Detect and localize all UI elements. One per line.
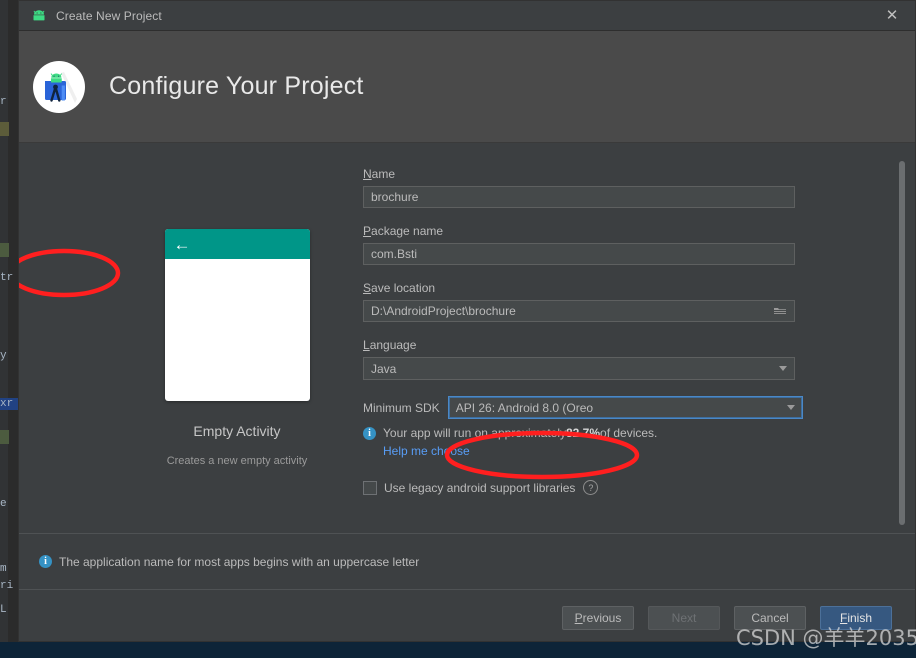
- field-save-location: Save location D:\AndroidProject\brochure: [363, 279, 803, 322]
- chevron-down-icon: [779, 366, 787, 371]
- sdk-info-percent: 82.7%: [566, 426, 601, 440]
- sdk-info-text-after: of devices.: [600, 426, 658, 440]
- minimum-sdk-select[interactable]: API 26: Android 8.0 (Oreo: [447, 396, 803, 419]
- minimum-sdk-label: Minimum SDK: [363, 400, 440, 415]
- field-minimum-sdk: Minimum SDK API 26: Android 8.0 (Oreo: [363, 396, 803, 419]
- field-package-name: Package name com.Bsti: [363, 222, 803, 265]
- save-location-input[interactable]: D:\AndroidProject\brochure: [363, 300, 795, 322]
- name-label: Name: [363, 167, 396, 181]
- footer-message-text: The application name for most apps begin…: [59, 554, 420, 569]
- question-icon[interactable]: ?: [583, 480, 599, 495]
- chevron-down-icon: [787, 405, 795, 410]
- gutter-marker: [0, 243, 9, 257]
- content-scrollbar[interactable]: [899, 161, 905, 529]
- preview-app-bar: ←: [164, 229, 310, 259]
- activity-template-preview[interactable]: ← Empty Activity Creates a new empty act…: [138, 229, 336, 467]
- gutter-marker: [0, 430, 9, 444]
- folder-icon[interactable]: [773, 305, 787, 317]
- legacy-support-checkbox-row[interactable]: Use legacy android support libraries ?: [363, 480, 803, 495]
- template-name: Empty Activity: [193, 423, 281, 439]
- sdk-device-info: i Your app will run on approximately 82.…: [363, 426, 803, 440]
- next-button[interactable]: Next: [648, 605, 720, 630]
- info-icon: i: [363, 426, 376, 440]
- legacy-support-label: Use legacy android support libraries: [384, 480, 576, 495]
- minimum-sdk-value: API 26: Android 8.0 (Oreo: [455, 400, 594, 415]
- dialog-footer-message: i The application name for most apps beg…: [19, 534, 915, 589]
- field-language: Language Java: [363, 336, 803, 380]
- dialog-content: ← Empty Activity Creates a new empty act…: [19, 143, 915, 534]
- dialog-title: Create New Project: [56, 8, 162, 23]
- language-select[interactable]: Java: [363, 357, 795, 380]
- gutter-marker: [0, 122, 9, 136]
- create-new-project-dialog: Create New Project ✕ Configure Your Proj…: [18, 0, 916, 642]
- previous-button[interactable]: Previous: [562, 605, 634, 630]
- dialog-header: Configure Your Project: [19, 31, 915, 143]
- page-title: Configure Your Project: [109, 72, 364, 100]
- annotation-ellipse-package-name: [19, 248, 121, 298]
- back-arrow-icon: ←: [173, 234, 191, 254]
- save-location-label: Save location: [363, 281, 436, 295]
- name-input[interactable]: brochure: [363, 186, 795, 208]
- android-studio-logo: [31, 59, 87, 115]
- sdk-info-text-before: Your app will run on approximately: [383, 426, 566, 440]
- help-me-choose-link[interactable]: Help me choose: [383, 444, 803, 458]
- template-description: Creates a new empty activity: [166, 455, 308, 467]
- project-form: Name brochure Package name com.Bsti Save…: [363, 165, 803, 495]
- package-name-label: Package name: [363, 224, 444, 238]
- info-icon: i: [39, 555, 52, 568]
- close-icon[interactable]: ✕: [869, 1, 915, 30]
- csdn-watermark: CSDN @羊羊2035: [736, 626, 916, 650]
- preview-card: ←: [164, 229, 310, 401]
- language-label: Language: [363, 338, 417, 352]
- package-name-input[interactable]: com.Bsti: [363, 243, 795, 265]
- save-location-value: D:\AndroidProject\brochure: [371, 304, 516, 318]
- field-name: Name brochure: [363, 165, 803, 208]
- dialog-title-bar: Create New Project ✕: [19, 1, 915, 31]
- legacy-support-checkbox[interactable]: [363, 480, 377, 495]
- scrollbar-thumb[interactable]: [899, 161, 905, 525]
- android-icon: [31, 8, 47, 24]
- language-value: Java: [371, 361, 397, 376]
